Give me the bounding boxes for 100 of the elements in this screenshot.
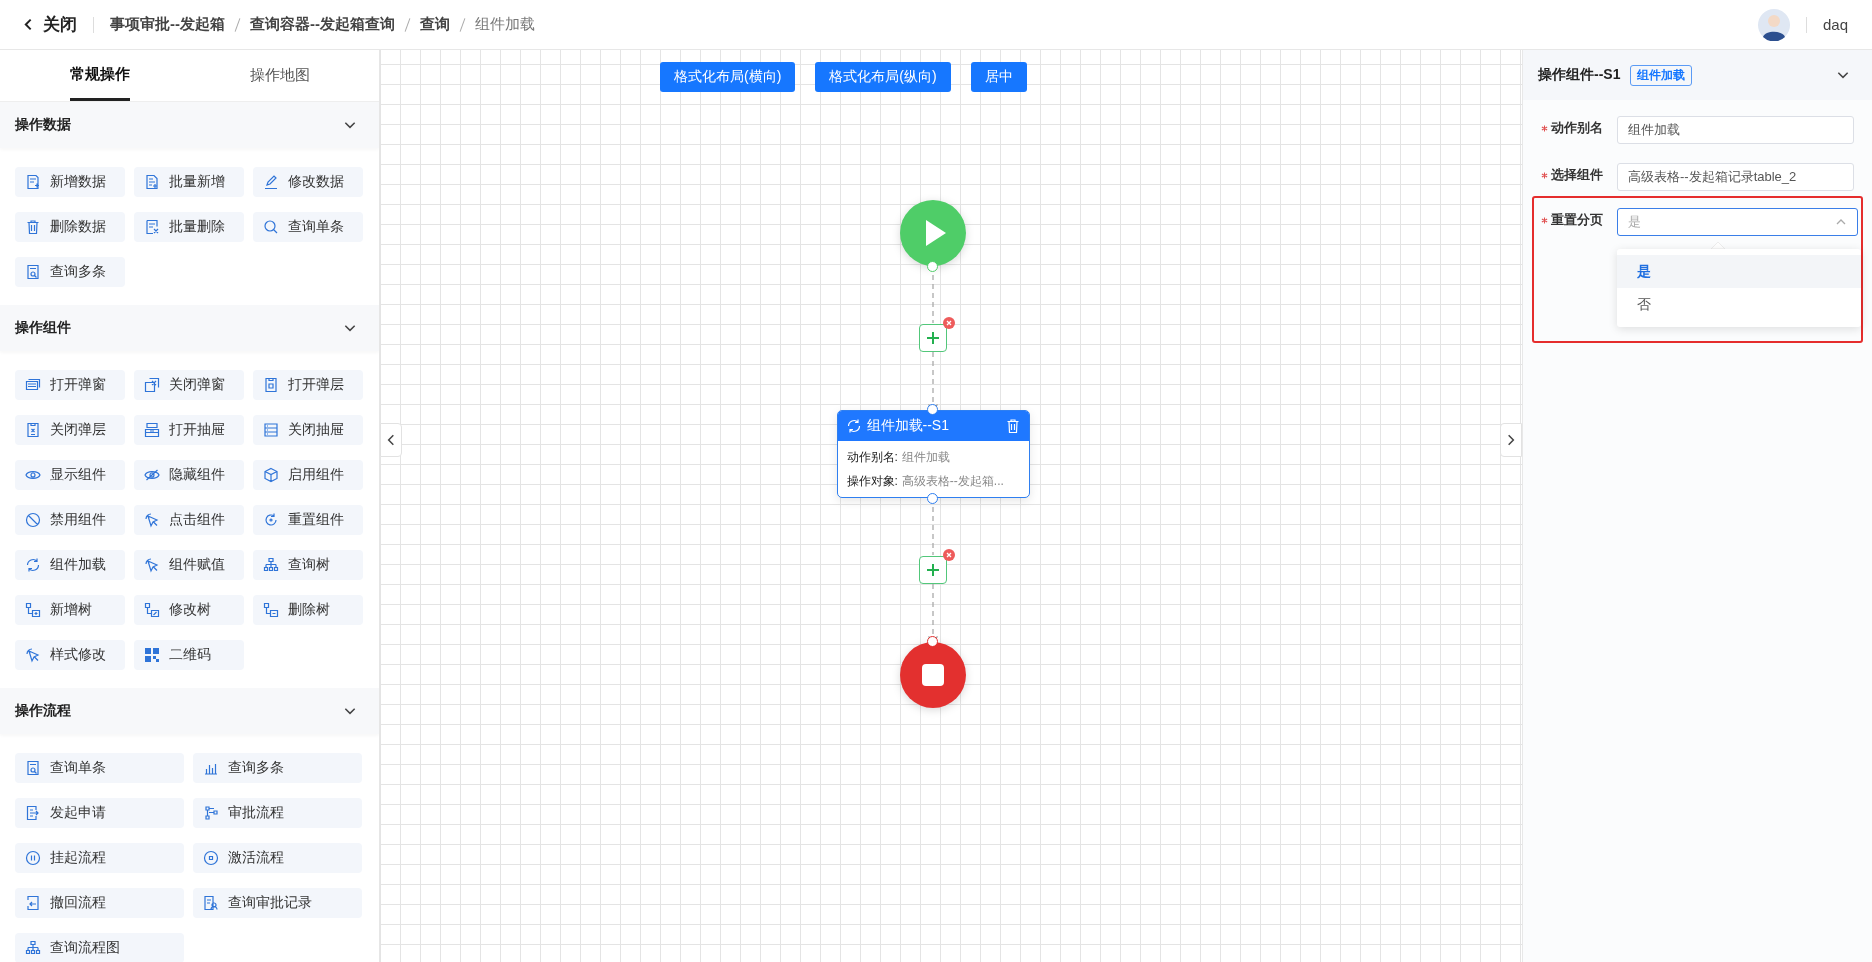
- ban-icon: [25, 512, 41, 528]
- hierarchy-icon: [263, 557, 279, 573]
- operation-item[interactable]: 新增数据: [15, 167, 125, 197]
- operation-item[interactable]: 查询多条: [193, 753, 362, 783]
- operation-item[interactable]: 删除数据: [15, 212, 125, 242]
- operation-item[interactable]: 修改数据: [253, 167, 363, 197]
- eye-slash-icon: [144, 467, 160, 483]
- document-list-icon: [144, 174, 160, 190]
- operation-item[interactable]: 打开抽屉: [134, 415, 244, 445]
- operation-item[interactable]: 重置组件: [253, 505, 363, 535]
- form-label: 重置分页: [1551, 211, 1603, 229]
- collapse-right-button[interactable]: [1500, 423, 1522, 457]
- operation-item[interactable]: 打开弹窗: [15, 370, 125, 400]
- operation-item[interactable]: 审批流程: [193, 798, 362, 828]
- port-handle[interactable]: [927, 493, 938, 504]
- window-x-icon: [144, 377, 160, 393]
- search-icon: [263, 219, 279, 235]
- tree-plus-icon: [25, 602, 41, 618]
- operation-item[interactable]: 删除树: [253, 595, 363, 625]
- operation-item[interactable]: 组件加载: [15, 550, 125, 580]
- remove-icon[interactable]: [943, 549, 955, 561]
- document-search-icon: [25, 760, 41, 776]
- close-button[interactable]: 关闭: [22, 13, 77, 36]
- layout-button[interactable]: 格式化布局(纵向): [815, 62, 951, 92]
- document-person-icon: [203, 895, 219, 911]
- breadcrumb-item[interactable]: 事项审批--发起箱: [110, 15, 225, 34]
- operation-item[interactable]: 查询单条: [15, 753, 184, 783]
- field-value: 高级表格--发起箱...: [901, 473, 1004, 490]
- qr-code-icon: [144, 647, 160, 663]
- hierarchy-icon: [25, 940, 41, 956]
- operation-item[interactable]: 查询审批记录: [193, 888, 362, 918]
- collapse-left-button[interactable]: [380, 423, 402, 457]
- text-field[interactable]: 组件加载: [1617, 116, 1854, 144]
- cursor-icon: [25, 647, 41, 663]
- tree-minus-icon: [263, 602, 279, 618]
- dropdown-option[interactable]: 否: [1617, 288, 1861, 321]
- document-x-icon: [144, 219, 160, 235]
- card-x-icon: [25, 422, 41, 438]
- panel-tab[interactable]: 操作地图: [190, 50, 370, 101]
- end-node[interactable]: [900, 642, 966, 708]
- card-icon: [263, 377, 279, 393]
- section-header[interactable]: 操作组件: [0, 305, 379, 351]
- operation-item[interactable]: 关闭弹窗: [134, 370, 244, 400]
- refresh-icon: [845, 418, 862, 434]
- field-label: 操作对象:: [846, 473, 898, 490]
- operation-item[interactable]: 发起申请: [15, 798, 184, 828]
- user-name[interactable]: daq: [1822, 16, 1848, 33]
- breadcrumb-item[interactable]: 查询容器--发起箱查询: [250, 15, 395, 34]
- operation-item[interactable]: 查询树: [253, 550, 363, 580]
- return-icon: [25, 895, 41, 911]
- action-node[interactable]: 组件加载--S1 动作别名: 组件加载 操作对象: 高级表格--发起箱...: [836, 410, 1030, 498]
- dropdown-option[interactable]: 是: [1617, 255, 1861, 288]
- window-icon: [25, 377, 41, 393]
- form-label: 选择组件: [1551, 166, 1603, 184]
- document-plus-icon: [25, 174, 41, 190]
- operation-item[interactable]: 激活流程: [193, 843, 362, 873]
- breadcrumb-item[interactable]: 查询: [420, 15, 450, 34]
- cursor-icon: [144, 512, 160, 528]
- text-field[interactable]: 高级表格--发起箱记录table_2: [1617, 163, 1854, 191]
- operation-item[interactable]: 二维码: [134, 640, 244, 670]
- operation-item[interactable]: 批量新增: [134, 167, 244, 197]
- operation-item[interactable]: 隐藏组件: [134, 460, 244, 490]
- section-header[interactable]: 操作流程: [0, 688, 379, 734]
- cursor-icon: [144, 557, 160, 573]
- trash-icon: [25, 219, 41, 235]
- operation-item[interactable]: 查询流程图: [15, 933, 184, 962]
- flow-icon: [203, 805, 219, 821]
- field-value: 组件加载: [901, 449, 950, 466]
- avatar-icon[interactable]: [1757, 8, 1790, 41]
- drawer-icon: [144, 422, 160, 438]
- port-handle[interactable]: [927, 261, 938, 272]
- section-header[interactable]: 操作数据: [0, 102, 379, 148]
- start-node[interactable]: [900, 200, 966, 266]
- operation-item[interactable]: 启用组件: [253, 460, 363, 490]
- operation-item[interactable]: 组件赋值: [134, 550, 244, 580]
- refresh-icon: [25, 557, 41, 573]
- add-node-button[interactable]: [919, 324, 947, 352]
- port-handle[interactable]: [927, 636, 938, 647]
- tree-edit-icon: [144, 602, 160, 618]
- operation-item[interactable]: 查询单条: [253, 212, 363, 242]
- operation-item[interactable]: 显示组件: [15, 460, 125, 490]
- section-title: 操作流程: [15, 702, 71, 720]
- form-label: 动作别名: [1551, 119, 1603, 137]
- section-title: 操作组件: [15, 319, 71, 337]
- operation-item[interactable]: 禁用组件: [15, 505, 125, 535]
- operation-item[interactable]: 挂起流程: [15, 843, 184, 873]
- operation-item[interactable]: 新增树: [15, 595, 125, 625]
- layout-button[interactable]: 居中: [970, 62, 1027, 92]
- operation-item[interactable]: 关闭弹层: [15, 415, 125, 445]
- operation-item[interactable]: 关闭抽屉: [253, 415, 363, 445]
- operation-item[interactable]: 打开弹层: [253, 370, 363, 400]
- operation-item[interactable]: 修改树: [134, 595, 244, 625]
- remove-icon[interactable]: [943, 317, 955, 329]
- layout-button[interactable]: 格式化布局(横向): [660, 62, 796, 92]
- operation-item[interactable]: 查询多条: [15, 257, 125, 287]
- operation-item[interactable]: 批量删除: [134, 212, 244, 242]
- operation-item[interactable]: 点击组件: [134, 505, 244, 535]
- operation-item[interactable]: 样式修改: [15, 640, 125, 670]
- operation-item[interactable]: 撤回流程: [15, 888, 184, 918]
- add-node-button[interactable]: [919, 556, 947, 584]
